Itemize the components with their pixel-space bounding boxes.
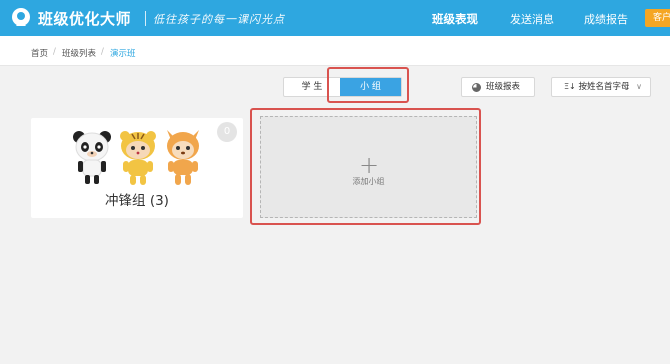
- breadcrumb-separator: /: [53, 47, 56, 57]
- breadcrumb-class-list[interactable]: 班级列表: [62, 47, 96, 59]
- app-title: 班级优化大师: [38, 10, 132, 28]
- class-report-label: 班级报表: [486, 82, 521, 92]
- nav-send-message[interactable]: 发送消息: [510, 11, 554, 27]
- chevron-down-icon: ∨: [636, 82, 642, 91]
- title-divider: [145, 11, 146, 26]
- nav-class-performance[interactable]: 班级表现: [432, 11, 478, 27]
- sort-az-icon: Ξ↓: [564, 82, 576, 91]
- highlight-box: [327, 67, 409, 103]
- nav-score-report[interactable]: 成绩报告: [584, 11, 628, 27]
- tiger-avatar: [120, 131, 156, 185]
- pie-chart-icon: [472, 83, 481, 92]
- group-name: 冲锋组 (3): [105, 193, 169, 209]
- sort-select-value: 按姓名首字母: [578, 82, 630, 92]
- deer-avatar: [167, 130, 199, 185]
- breadcrumb-separator: /: [101, 47, 104, 57]
- client-button[interactable]: 客户: [645, 9, 670, 27]
- highlight-box: [250, 108, 481, 225]
- slogan: 低往孩子的每一课闪光点: [153, 13, 285, 26]
- sort-select[interactable]: Ξ↓ 按姓名首字母 ∨: [551, 77, 651, 97]
- panda-avatar: [73, 131, 111, 184]
- class-report-button[interactable]: 班级报表: [461, 77, 535, 97]
- breadcrumb-home[interactable]: 首页: [31, 47, 48, 59]
- top-navbar: 班级优化大师 低往孩子的每一课闪光点 班级表现 发送消息 成绩报告 客户: [0, 0, 670, 36]
- group-score-badge: 0: [217, 122, 237, 142]
- breadcrumb: 首页 / 班级列表 / 演示班: [0, 36, 670, 66]
- logo-icon: [12, 8, 30, 26]
- breadcrumb-current-class: 演示班: [110, 49, 136, 59]
